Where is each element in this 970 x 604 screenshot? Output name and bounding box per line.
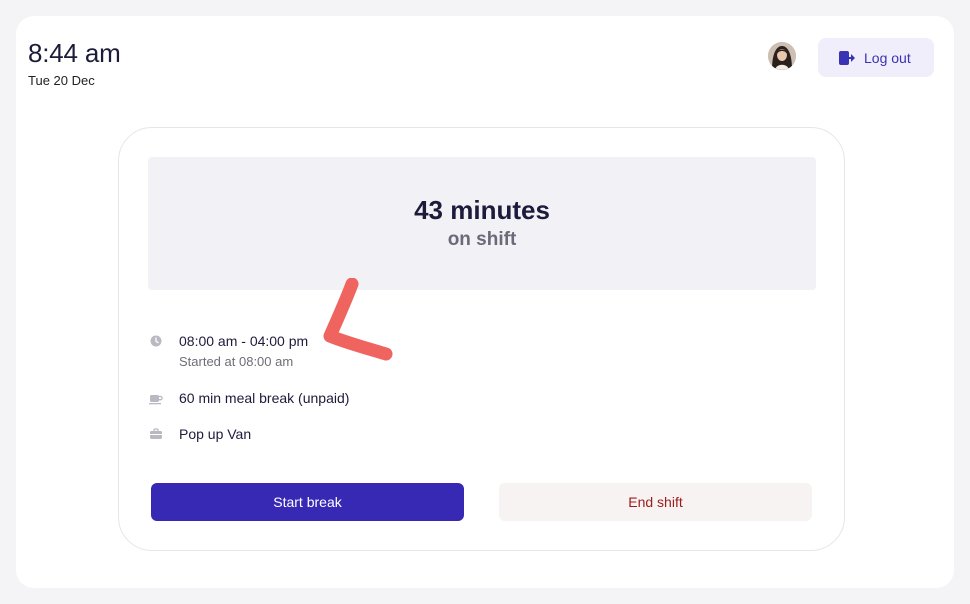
shift-duration-panel: 43 minutes on shift [148,157,816,290]
meal-break: 60 min meal break (unpaid) [179,390,350,406]
location-row: Pop up Van [149,425,251,443]
logout-icon [839,50,855,65]
current-date: Tue 20 Dec [28,73,95,88]
clock-icon [150,335,162,347]
meal-break-row: 60 min meal break (unpaid) [149,389,349,407]
briefcase-icon [150,428,162,439]
shift-started: Started at 08:00 am [179,354,294,369]
clock: 8:44 am Tue 20 Dec [28,38,121,88]
shift-status: on shift [447,229,517,250]
logout-button[interactable]: Log out [818,38,934,77]
shift-duration: 43 minutes [414,195,550,225]
coffee-icon [149,395,163,405]
app-window: 8:44 am Tue 20 Dec Log out 43 minutes on… [16,16,954,588]
shift-card: 43 minutes on shift 08:00 am - 04:00 pm … [118,127,845,551]
shift-hours-row: 08:00 am - 04:00 pm Started at 08:00 am [149,332,308,370]
end-shift-button[interactable]: End shift [499,483,812,521]
logout-label: Log out [864,49,911,66]
shift-hours: 08:00 am - 04:00 pm [179,333,309,349]
avatar[interactable] [768,42,796,70]
current-time: 8:44 am [28,38,121,68]
avatar-image [768,42,796,70]
start-break-button[interactable]: Start break [151,483,464,521]
location: Pop up Van [179,426,252,442]
annotation-arrow-icon [323,278,393,361]
